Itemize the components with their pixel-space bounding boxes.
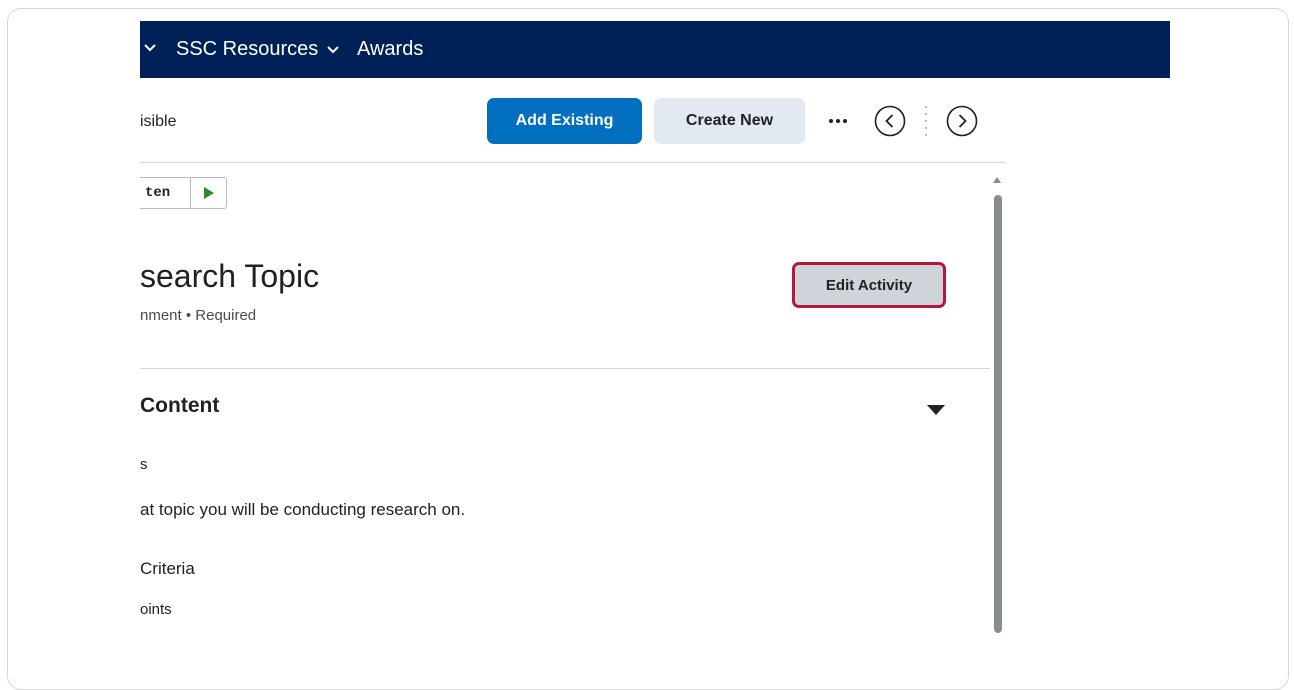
nav-item-ssc-resources[interactable]: SSC Resources — [176, 38, 340, 61]
instructions-label: s — [140, 456, 148, 473]
content-viewport: SSC Resources Awards isible Add Existing… — [140, 9, 1170, 689]
visibility-status: isible — [140, 113, 177, 130]
content-toolbar: isible Add Existing Create New — [140, 78, 1006, 163]
add-existing-button[interactable]: Add Existing — [487, 98, 642, 144]
create-new-button[interactable]: Create New — [654, 98, 805, 144]
play-icon[interactable] — [191, 186, 226, 200]
browser-frame: SSC Resources Awards isible Add Existing… — [7, 8, 1289, 690]
section-divider — [140, 368, 990, 369]
scrollbar-thumb[interactable] — [994, 195, 1002, 633]
edit-activity-button[interactable]: Edit Activity — [792, 262, 946, 308]
chevron-down-icon — [327, 45, 339, 53]
points-label: oints — [140, 601, 172, 618]
activity-panel: ten search Topic nment • Required Edit A… — [140, 163, 1006, 683]
status-toggle[interactable]: ten — [140, 177, 227, 209]
nav-item-label: SSC Resources — [176, 38, 319, 60]
nav-item-label: Awards — [357, 38, 424, 60]
divider-icon — [924, 105, 928, 137]
more-horizontal-icon — [829, 119, 847, 123]
next-topic-button[interactable] — [946, 105, 978, 137]
nav-item-awards[interactable]: Awards — [357, 38, 423, 61]
status-text: ten — [145, 185, 171, 201]
content-section-heading: Content — [140, 394, 220, 417]
more-options-button[interactable] — [824, 111, 852, 131]
instructions-text: at topic you will be conducting research… — [140, 500, 466, 519]
previous-topic-button[interactable] — [874, 105, 906, 137]
criteria-label: Criteria — [140, 559, 195, 578]
activity-title: search Topic — [140, 258, 320, 294]
top-navbar: SSC Resources Awards — [140, 21, 1170, 78]
caret-down-icon[interactable] — [926, 404, 946, 416]
activity-meta: nment • Required — [140, 307, 257, 324]
scroll-up-arrow-icon[interactable] — [992, 176, 1002, 184]
chevron-down-icon[interactable] — [144, 42, 156, 54]
